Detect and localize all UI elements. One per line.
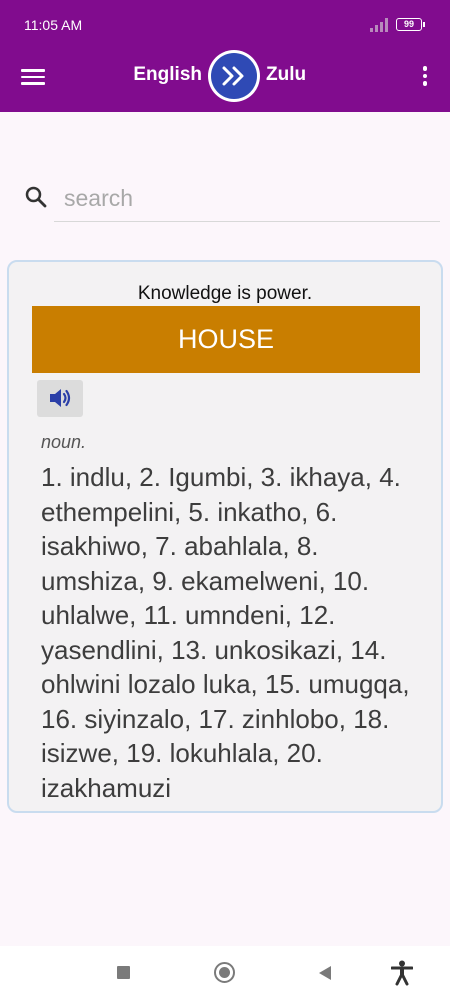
nav-home-icon[interactable]: [214, 962, 235, 983]
source-language[interactable]: English: [133, 64, 202, 86]
search-input[interactable]: [54, 176, 440, 222]
speaker-icon: [50, 389, 71, 407]
status-time: 11:05 AM: [24, 17, 83, 33]
swap-languages-button[interactable]: [208, 50, 260, 102]
target-language[interactable]: Zulu: [266, 64, 306, 86]
nav-recents-icon[interactable]: [117, 966, 130, 979]
quote-text: Knowledge is power.: [137, 283, 313, 304]
status-bar: 11:05 AM 99: [0, 0, 450, 50]
app-bar: English Zulu: [0, 50, 450, 112]
search-icon: [25, 186, 47, 208]
signal-icon: [370, 18, 388, 32]
accessibility-icon[interactable]: [391, 960, 413, 986]
nav-back-icon[interactable]: [318, 965, 332, 981]
part-of-speech: noun.: [41, 432, 87, 452]
menu-icon[interactable]: [21, 65, 45, 89]
more-vert-icon[interactable]: [418, 66, 432, 88]
battery-icon: 99: [396, 18, 425, 31]
translations-list: 1. indlu, 2. Igumbi, 3. ikhaya, 4. ethem…: [41, 462, 410, 803]
system-nav-bar: [0, 946, 450, 1000]
translation-card: Knowledge is power. HOUSE noun. 1. indlu…: [7, 260, 443, 813]
word-banner: HOUSE: [32, 306, 420, 373]
swap-arrows-icon: [222, 66, 244, 86]
speaker-button[interactable]: [37, 380, 83, 417]
